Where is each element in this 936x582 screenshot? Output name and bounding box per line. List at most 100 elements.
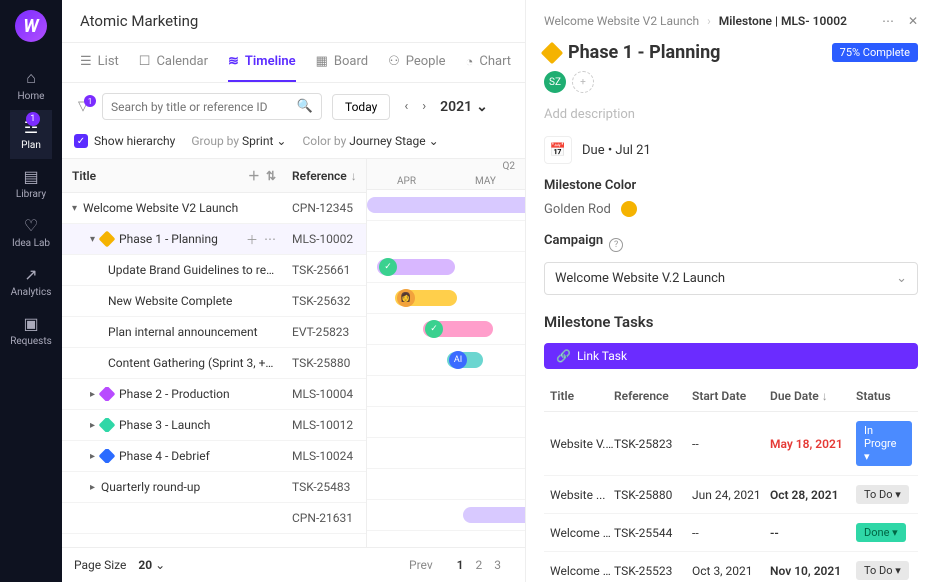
- status-pill[interactable]: To Do ▾: [856, 485, 909, 504]
- expand-caret[interactable]: ▸: [90, 482, 95, 493]
- tab-icon: ≋: [228, 54, 239, 69]
- nav-plan[interactable]: ☲Plan1: [10, 110, 52, 159]
- nav-library[interactable]: ▤Library: [10, 159, 52, 208]
- link-task-button[interactable]: 🔗Link Task: [544, 343, 918, 369]
- app-logo: W: [15, 10, 47, 42]
- app-title: Atomic Marketing: [80, 12, 507, 30]
- expand-caret[interactable]: ▸: [90, 451, 95, 462]
- show-hierarchy-checkbox[interactable]: ✓Show hierarchy: [74, 134, 175, 148]
- tab-board[interactable]: ▦Board: [316, 43, 369, 82]
- prev-page[interactable]: Prev: [403, 556, 439, 574]
- table-row[interactable]: ▾Phase 1 - Planning＋⋯MLS-10002: [62, 224, 366, 255]
- page-2[interactable]: 2: [470, 556, 489, 574]
- table-row[interactable]: ▸Phase 4 - DebriefMLS-10024: [62, 441, 366, 472]
- gantt-row: ✓: [367, 314, 525, 345]
- search-input[interactable]: [111, 100, 297, 114]
- col-reference: Reference: [292, 169, 347, 183]
- gantt-bar[interactable]: ✓: [423, 321, 493, 337]
- help-icon[interactable]: ?: [609, 238, 623, 252]
- next-arrow[interactable]: ›: [418, 95, 430, 118]
- table-row[interactable]: ▸Phase 3 - LaunchMLS-10012: [62, 410, 366, 441]
- table-row[interactable]: CPN-21631: [62, 503, 366, 534]
- tab-icon: ☰: [80, 54, 92, 69]
- campaign-select[interactable]: Welcome Website V.2 Launch⌄: [544, 262, 918, 295]
- gantt-row: [367, 190, 525, 221]
- quarter-label: Q2: [367, 159, 525, 174]
- add-description[interactable]: Add description: [544, 107, 918, 122]
- col-title: Title: [72, 169, 96, 183]
- tab-chart[interactable]: ◔Chart: [466, 43, 512, 82]
- table-row[interactable]: ▸Phase 2 - ProductionMLS-10004: [62, 379, 366, 410]
- page-size-select[interactable]: 20 ⌄: [138, 558, 165, 572]
- close-button[interactable]: ✕: [908, 14, 918, 28]
- gantt-bar[interactable]: ✓: [377, 259, 455, 275]
- table-row[interactable]: Update Brand Guidelines to reflec...TSK-…: [62, 255, 366, 286]
- expand-caret[interactable]: ▾: [72, 203, 77, 214]
- task-row[interactable]: Welcome Website...TSK-25523Oct 3, 2021No…: [544, 552, 918, 582]
- gantt-bar[interactable]: [367, 197, 525, 213]
- tab-calendar[interactable]: ☐Calendar: [139, 43, 208, 82]
- avatar[interactable]: SZ: [544, 71, 566, 93]
- breadcrumb-parent[interactable]: Welcome Website V2 Launch: [544, 14, 699, 28]
- group-by-select[interactable]: Sprint ⌄: [242, 134, 286, 148]
- expand-caret[interactable]: ▸: [90, 420, 95, 431]
- nav-analytics[interactable]: ↗Analytics: [10, 257, 52, 306]
- status-pill[interactable]: To Do ▾: [856, 561, 909, 580]
- month-col: MAY: [446, 174, 525, 189]
- prev-arrow[interactable]: ‹: [400, 95, 412, 118]
- tab-timeline[interactable]: ≋Timeline: [228, 43, 296, 82]
- view-tabs: ☰List ☐Calendar ≋Timeline ▦Board ⚇People ◔Cha…: [62, 43, 525, 83]
- filter-button[interactable]: ▽1: [74, 99, 92, 114]
- status-pill[interactable]: In Progre ▾: [856, 421, 912, 466]
- gantt-row: [367, 407, 525, 438]
- sort-button[interactable]: ⇅: [266, 169, 276, 183]
- milestone-diamond-icon: [99, 387, 116, 401]
- expand-caret[interactable]: ▾: [90, 234, 95, 245]
- avatar: 👩: [397, 289, 415, 307]
- arrow-down-icon: ↓: [822, 389, 828, 403]
- gantt-row: 👩: [367, 283, 525, 314]
- tab-icon: ◔: [466, 54, 474, 70]
- add-button[interactable]: ＋: [246, 231, 258, 248]
- search-icon: 🔍: [297, 99, 313, 114]
- color-name: Golden Rod: [544, 202, 611, 217]
- table-row[interactable]: Plan internal announcementEVT-25823: [62, 317, 366, 348]
- expand-caret[interactable]: ▸: [90, 389, 95, 400]
- table-row[interactable]: ▸Quarterly round-upTSK-25483: [62, 472, 366, 503]
- table-row[interactable]: ▾Welcome Website V2 LaunchCPN-12345: [62, 193, 366, 224]
- task-row[interactable]: Website V.2 Desig...TSK-25823--May 18, 2…: [544, 412, 918, 476]
- task-row[interactable]: Website ...TSK-25880Jun 24, 2021Oct 28, …: [544, 476, 918, 514]
- color-swatch[interactable]: [621, 201, 637, 217]
- table-row[interactable]: Content Gathering (Sprint 3, +5 U...TSK-…: [62, 348, 366, 379]
- gantt-bar[interactable]: 👩: [395, 290, 457, 306]
- today-button[interactable]: Today: [332, 94, 390, 120]
- page-1[interactable]: 1: [451, 556, 470, 574]
- tab-list[interactable]: ☰List: [80, 43, 119, 82]
- add-assignee-button[interactable]: +: [572, 71, 594, 93]
- add-column-button[interactable]: ＋: [248, 167, 260, 184]
- nav-idea-lab[interactable]: ♡Idea Lab: [10, 208, 52, 257]
- search-input-wrap[interactable]: 🔍: [102, 93, 322, 120]
- page-3[interactable]: 3: [488, 556, 507, 574]
- nav-requests[interactable]: ▣Requests: [10, 306, 52, 355]
- assignee-row: SZ +: [544, 71, 918, 93]
- milestone-diamond-icon: [99, 231, 116, 248]
- color-by-select[interactable]: Journey Stage ⌄: [349, 134, 438, 148]
- year-picker[interactable]: 2021⌄: [440, 99, 488, 115]
- tab-people[interactable]: ⚇People: [388, 43, 445, 82]
- more-button[interactable]: ⋯: [882, 14, 894, 28]
- avatar: ✓: [425, 320, 443, 338]
- gantt-bar[interactable]: AI: [447, 352, 483, 368]
- more-button[interactable]: ⋯: [264, 232, 276, 246]
- calendar-icon[interactable]: 📅: [544, 136, 572, 164]
- left-nav: W ⌂Home☲Plan1▤Library♡Idea Lab↗Analytics…: [0, 0, 62, 582]
- status-pill[interactable]: Done ▾: [856, 523, 906, 542]
- nav-home[interactable]: ⌂Home: [10, 60, 52, 110]
- milestone-diamond-icon: [99, 449, 116, 463]
- task-row[interactable]: Welcome Press Re...TSK-25544----Done ▾: [544, 514, 918, 552]
- table-row[interactable]: New Website CompleteTSK-25632: [62, 286, 366, 317]
- subbar: ✓Show hierarchy Group by Sprint ⌄ Color …: [62, 130, 525, 158]
- avatar: ✓: [379, 258, 397, 276]
- gantt-bar[interactable]: [463, 507, 525, 523]
- tab-icon: ☐: [139, 54, 151, 69]
